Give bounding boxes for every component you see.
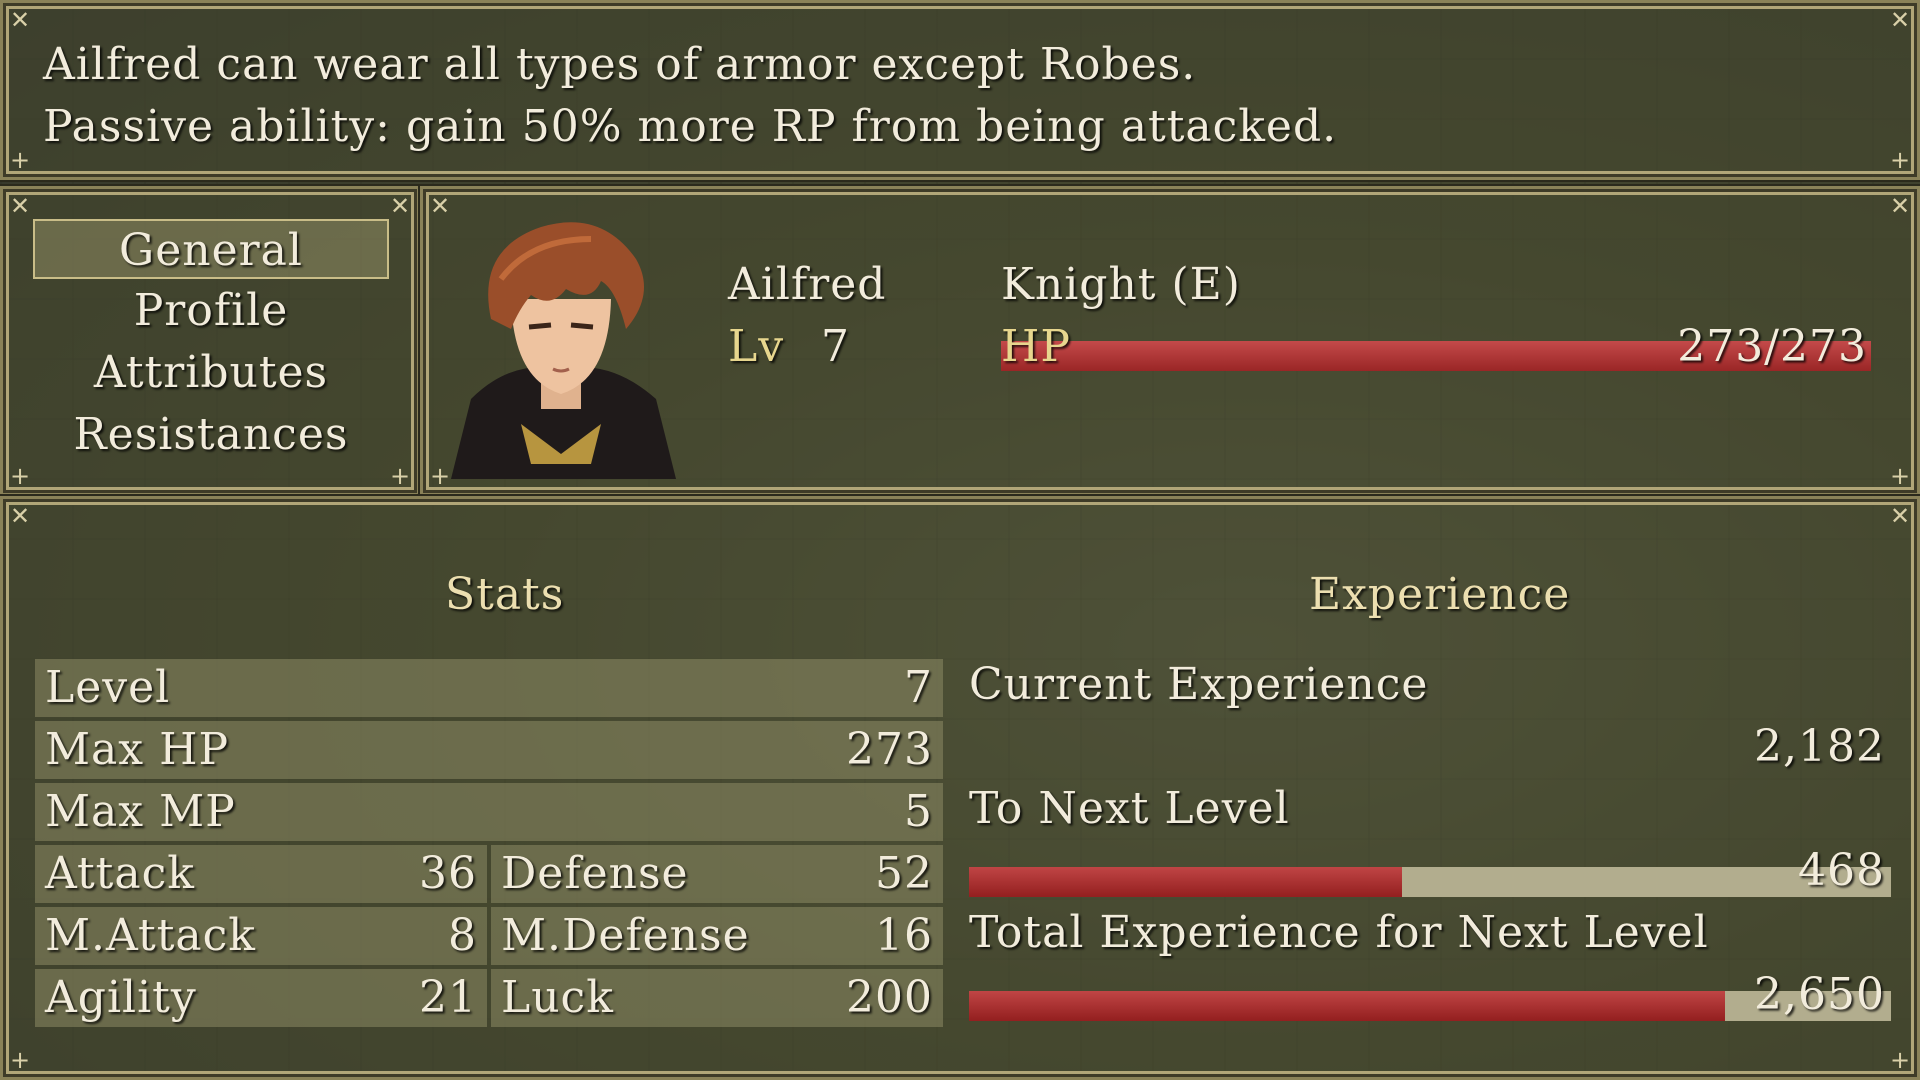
total-experience-gauge-fill (969, 991, 1726, 1021)
menu-item-attributes[interactable]: Attributes (33, 343, 389, 403)
stat-label: M.Attack (45, 910, 256, 961)
stat-value: 21 (419, 972, 477, 1023)
stat-row-m-attack: M.Attack 8 (35, 907, 487, 965)
stat-row-max-mp: Max MP 5 (35, 783, 943, 841)
actor-class: Knight (E) (1001, 259, 1241, 310)
menu-item-resistances[interactable]: Resistances (33, 405, 389, 465)
stat-row-defense: Defense 52 (491, 845, 943, 903)
total-experience-value: 2,650 (1754, 969, 1885, 1020)
frame-corner-icon: ✕ (389, 192, 411, 220)
frame-corner-icon: + (9, 462, 31, 490)
stat-row-agility: Agility 21 (35, 969, 487, 1027)
frame-corner-icon: + (389, 462, 411, 490)
stat-value: 52 (875, 848, 933, 899)
stat-value: 5 (904, 786, 933, 837)
stat-value: 200 (846, 972, 933, 1023)
frame-corner-icon: + (1889, 462, 1911, 490)
experience-heading: Experience (1309, 569, 1571, 620)
frame-corner-icon: ✕ (9, 502, 31, 530)
hp-label: HP (1001, 321, 1071, 372)
stat-row-attack: Attack 36 (35, 845, 487, 903)
total-experience-gauge (969, 991, 1891, 1021)
stat-row-luck: Luck 200 (491, 969, 943, 1027)
stat-label: Max MP (45, 786, 236, 837)
to-next-level-gauge (969, 867, 1891, 897)
stats-heading: Stats (445, 569, 565, 620)
actor-name: Ailfred (728, 259, 887, 310)
general-info-window: ✕ ✕ + + Stats Experience Level 7 Max HP … (0, 496, 1920, 1080)
stat-value: 8 (448, 910, 477, 961)
stat-label: Luck (501, 972, 614, 1023)
stat-row-m-defense: M.Defense 16 (491, 907, 943, 965)
stat-value: 7 (904, 662, 933, 713)
menu-item-general[interactable]: General (33, 219, 389, 279)
stat-value: 16 (875, 910, 933, 961)
stat-row-level: Level 7 (35, 659, 943, 717)
to-next-level-label: To Next Level (969, 783, 1290, 834)
stat-value: 273 (846, 724, 933, 775)
current-experience-label: Current Experience (969, 659, 1429, 710)
portrait-icon (451, 222, 676, 479)
stat-label: Defense (501, 848, 689, 899)
to-next-level-value: 468 (1798, 845, 1885, 896)
menu-item-profile[interactable]: Profile (33, 281, 389, 341)
help-window: ✕ ✕ + + Ailfred can wear all types of ar… (0, 0, 1920, 180)
frame-corner-icon: ✕ (9, 6, 31, 34)
total-experience-label: Total Experience for Next Level (969, 907, 1709, 958)
stat-label: Level (45, 662, 171, 713)
level-label: Lv (728, 321, 785, 372)
help-text-line-1: Ailfred can wear all types of armor exce… (43, 39, 1197, 90)
actor-status-window: ✕ ✕ + + Ailfred Knight (E) Lv 7 HP 273/2… (420, 186, 1920, 496)
stat-value: 36 (419, 848, 477, 899)
level-value: 7 (821, 321, 850, 372)
current-experience-value: 2,182 (1754, 721, 1885, 772)
stat-label: Attack (45, 848, 195, 899)
help-text-line-2: Passive ability: gain 50% more RP from b… (43, 101, 1338, 152)
frame-corner-icon: ✕ (1889, 6, 1911, 34)
to-next-level-gauge-fill (969, 867, 1403, 897)
stat-label: Agility (45, 972, 197, 1023)
hp-value: 273/273 (1677, 321, 1867, 372)
frame-corner-icon: ✕ (9, 192, 31, 220)
stat-row-max-hp: Max HP 273 (35, 721, 943, 779)
frame-corner-icon: + (9, 146, 31, 174)
frame-corner-icon: + (1889, 146, 1911, 174)
stat-label: M.Defense (501, 910, 750, 961)
frame-corner-icon: ✕ (1889, 192, 1911, 220)
frame-corner-icon: + (1889, 1046, 1911, 1074)
stat-label: Max HP (45, 724, 230, 775)
frame-corner-icon: ✕ (1889, 502, 1911, 530)
frame-corner-icon: + (9, 1046, 31, 1074)
status-category-menu: ✕ ✕ + + General Profile Attributes Resis… (0, 186, 420, 496)
